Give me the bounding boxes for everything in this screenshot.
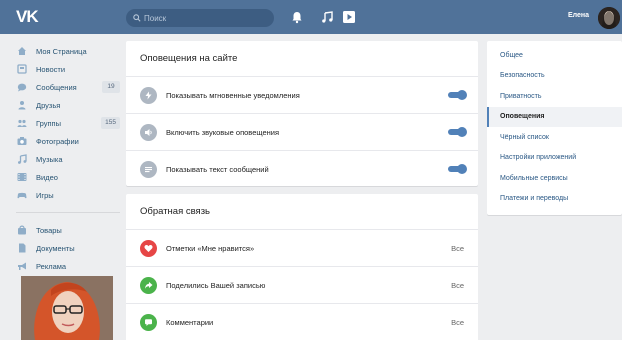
goods-icon (16, 224, 28, 236)
left-navigation: Моя Страница Новости Сообщения 19 Друзья… (16, 42, 120, 275)
friends-icon (16, 99, 28, 111)
documents-icon (16, 242, 28, 254)
news-icon (16, 63, 28, 75)
comment-icon (140, 314, 157, 331)
nav-label: Реклама (36, 261, 67, 271)
nav-label: Товары (36, 225, 62, 235)
feedback-panel: Обратная связь Отметки «Мне нравится» Вс… (126, 194, 478, 340)
nav-label: Моя Страница (36, 46, 87, 56)
nav-item-news[interactable]: Новости (16, 60, 120, 78)
search-box[interactable] (126, 9, 274, 27)
top-bar: VK Елена (0, 0, 622, 34)
settings-menu-payments[interactable]: Платежи и переводы (487, 189, 622, 210)
nav-item-groups[interactable]: Группы 155 (16, 114, 120, 132)
home-icon (16, 45, 28, 57)
nav-item-video[interactable]: Видео (16, 168, 120, 186)
likes-setting-value[interactable]: Все (451, 244, 464, 253)
search-input[interactable] (144, 11, 264, 25)
nav-label: Видео (36, 172, 58, 182)
promo-image[interactable] (21, 276, 113, 340)
settings-menu-blacklist[interactable]: Чёрный список (487, 127, 622, 148)
nav-item-my-page[interactable]: Моя Страница (16, 42, 120, 60)
camera-icon (16, 135, 28, 147)
play-icon[interactable] (342, 10, 356, 24)
row-label: Поделились Вашей записью (166, 280, 266, 290)
avatar-image (598, 7, 620, 29)
settings-menu-mobile-services[interactable]: Мобильные сервисы (487, 168, 622, 189)
sound-icon (140, 123, 157, 141)
panel-title: Оповещения на сайте (126, 41, 478, 77)
settings-menu-security[interactable]: Безопасность (487, 66, 622, 87)
user-name[interactable]: Елена (568, 12, 589, 19)
search-icon (133, 14, 141, 22)
feedback-row-comments[interactable]: Комментарии Все (126, 304, 478, 340)
lightning-icon (140, 86, 157, 104)
nav-label: Новости (36, 64, 66, 74)
bell-icon[interactable] (290, 10, 304, 24)
music-note-icon[interactable] (320, 10, 334, 24)
nav-item-messages[interactable]: Сообщения 19 (16, 78, 120, 96)
groups-count-badge: 155 (101, 117, 120, 129)
site-notifications-panel: Оповещения на сайте Показывать мгновенны… (126, 41, 478, 186)
feedback-row-shares[interactable]: Поделились Вашей записью Все (126, 267, 478, 304)
games-icon (16, 189, 28, 201)
nav-label: Сообщения (36, 82, 77, 92)
settings-menu-privacy[interactable]: Приватность (487, 86, 622, 107)
nav-item-friends[interactable]: Друзья (16, 96, 120, 114)
nav-item-games[interactable]: Игры (16, 186, 120, 204)
notif-row-instant[interactable]: Показывать мгновенные уведомления (126, 77, 478, 114)
row-label: Включить звуковые оповещения (166, 127, 280, 137)
message-text-toggle[interactable] (448, 164, 467, 174)
nav-label: Документы (36, 243, 75, 253)
nav-divider (16, 212, 120, 213)
messages-count-badge: 19 (102, 81, 120, 93)
row-label: Отметки «Мне нравится» (166, 243, 255, 253)
settings-menu-notifications[interactable]: Оповещения (487, 106, 622, 127)
nav-item-music[interactable]: Музыка (16, 150, 120, 168)
groups-icon (16, 117, 28, 129)
notif-row-sound[interactable]: Включить звуковые оповещения (126, 114, 478, 151)
nav-label: Музыка (36, 154, 63, 164)
feedback-row-likes[interactable]: Отметки «Мне нравится» Все (126, 230, 478, 267)
settings-menu: Общее Безопасность Приватность Оповещени… (487, 41, 622, 215)
row-label: Комментарии (166, 318, 214, 327)
row-label: Показывать мгновенные уведомления (166, 90, 300, 100)
row-label: Показывать текст сообщений (166, 165, 269, 174)
notif-row-text[interactable]: Показывать текст сообщений (126, 151, 478, 188)
panel-title: Обратная связь (126, 194, 478, 230)
nav-item-ads[interactable]: Реклама (16, 257, 120, 275)
music-icon (16, 153, 28, 165)
nav-label: Друзья (36, 100, 61, 110)
messages-icon (16, 81, 28, 93)
share-icon (140, 276, 157, 294)
nav-item-documents[interactable]: Документы (16, 239, 120, 257)
instant-notifications-toggle[interactable] (448, 90, 467, 100)
vk-logo[interactable]: VK (16, 6, 46, 28)
comments-setting-value[interactable]: Все (451, 318, 464, 327)
nav-item-photos[interactable]: Фотографии (16, 132, 120, 150)
promo-portrait (21, 276, 113, 340)
text-icon (140, 161, 157, 178)
settings-menu-app-settings[interactable]: Настройки приложений (487, 148, 622, 169)
settings-menu-general[interactable]: Общее (487, 45, 622, 66)
nav-label: Группы (36, 118, 61, 128)
nav-item-goods[interactable]: Товары (16, 221, 120, 239)
heart-icon (140, 239, 157, 257)
user-avatar[interactable] (598, 7, 620, 29)
shares-setting-value[interactable]: Все (451, 281, 464, 290)
nav-label: Фотографии (36, 136, 79, 146)
video-icon (16, 171, 28, 183)
nav-label: Игры (36, 190, 54, 200)
sound-notifications-toggle[interactable] (448, 127, 467, 137)
ads-icon (16, 260, 28, 272)
